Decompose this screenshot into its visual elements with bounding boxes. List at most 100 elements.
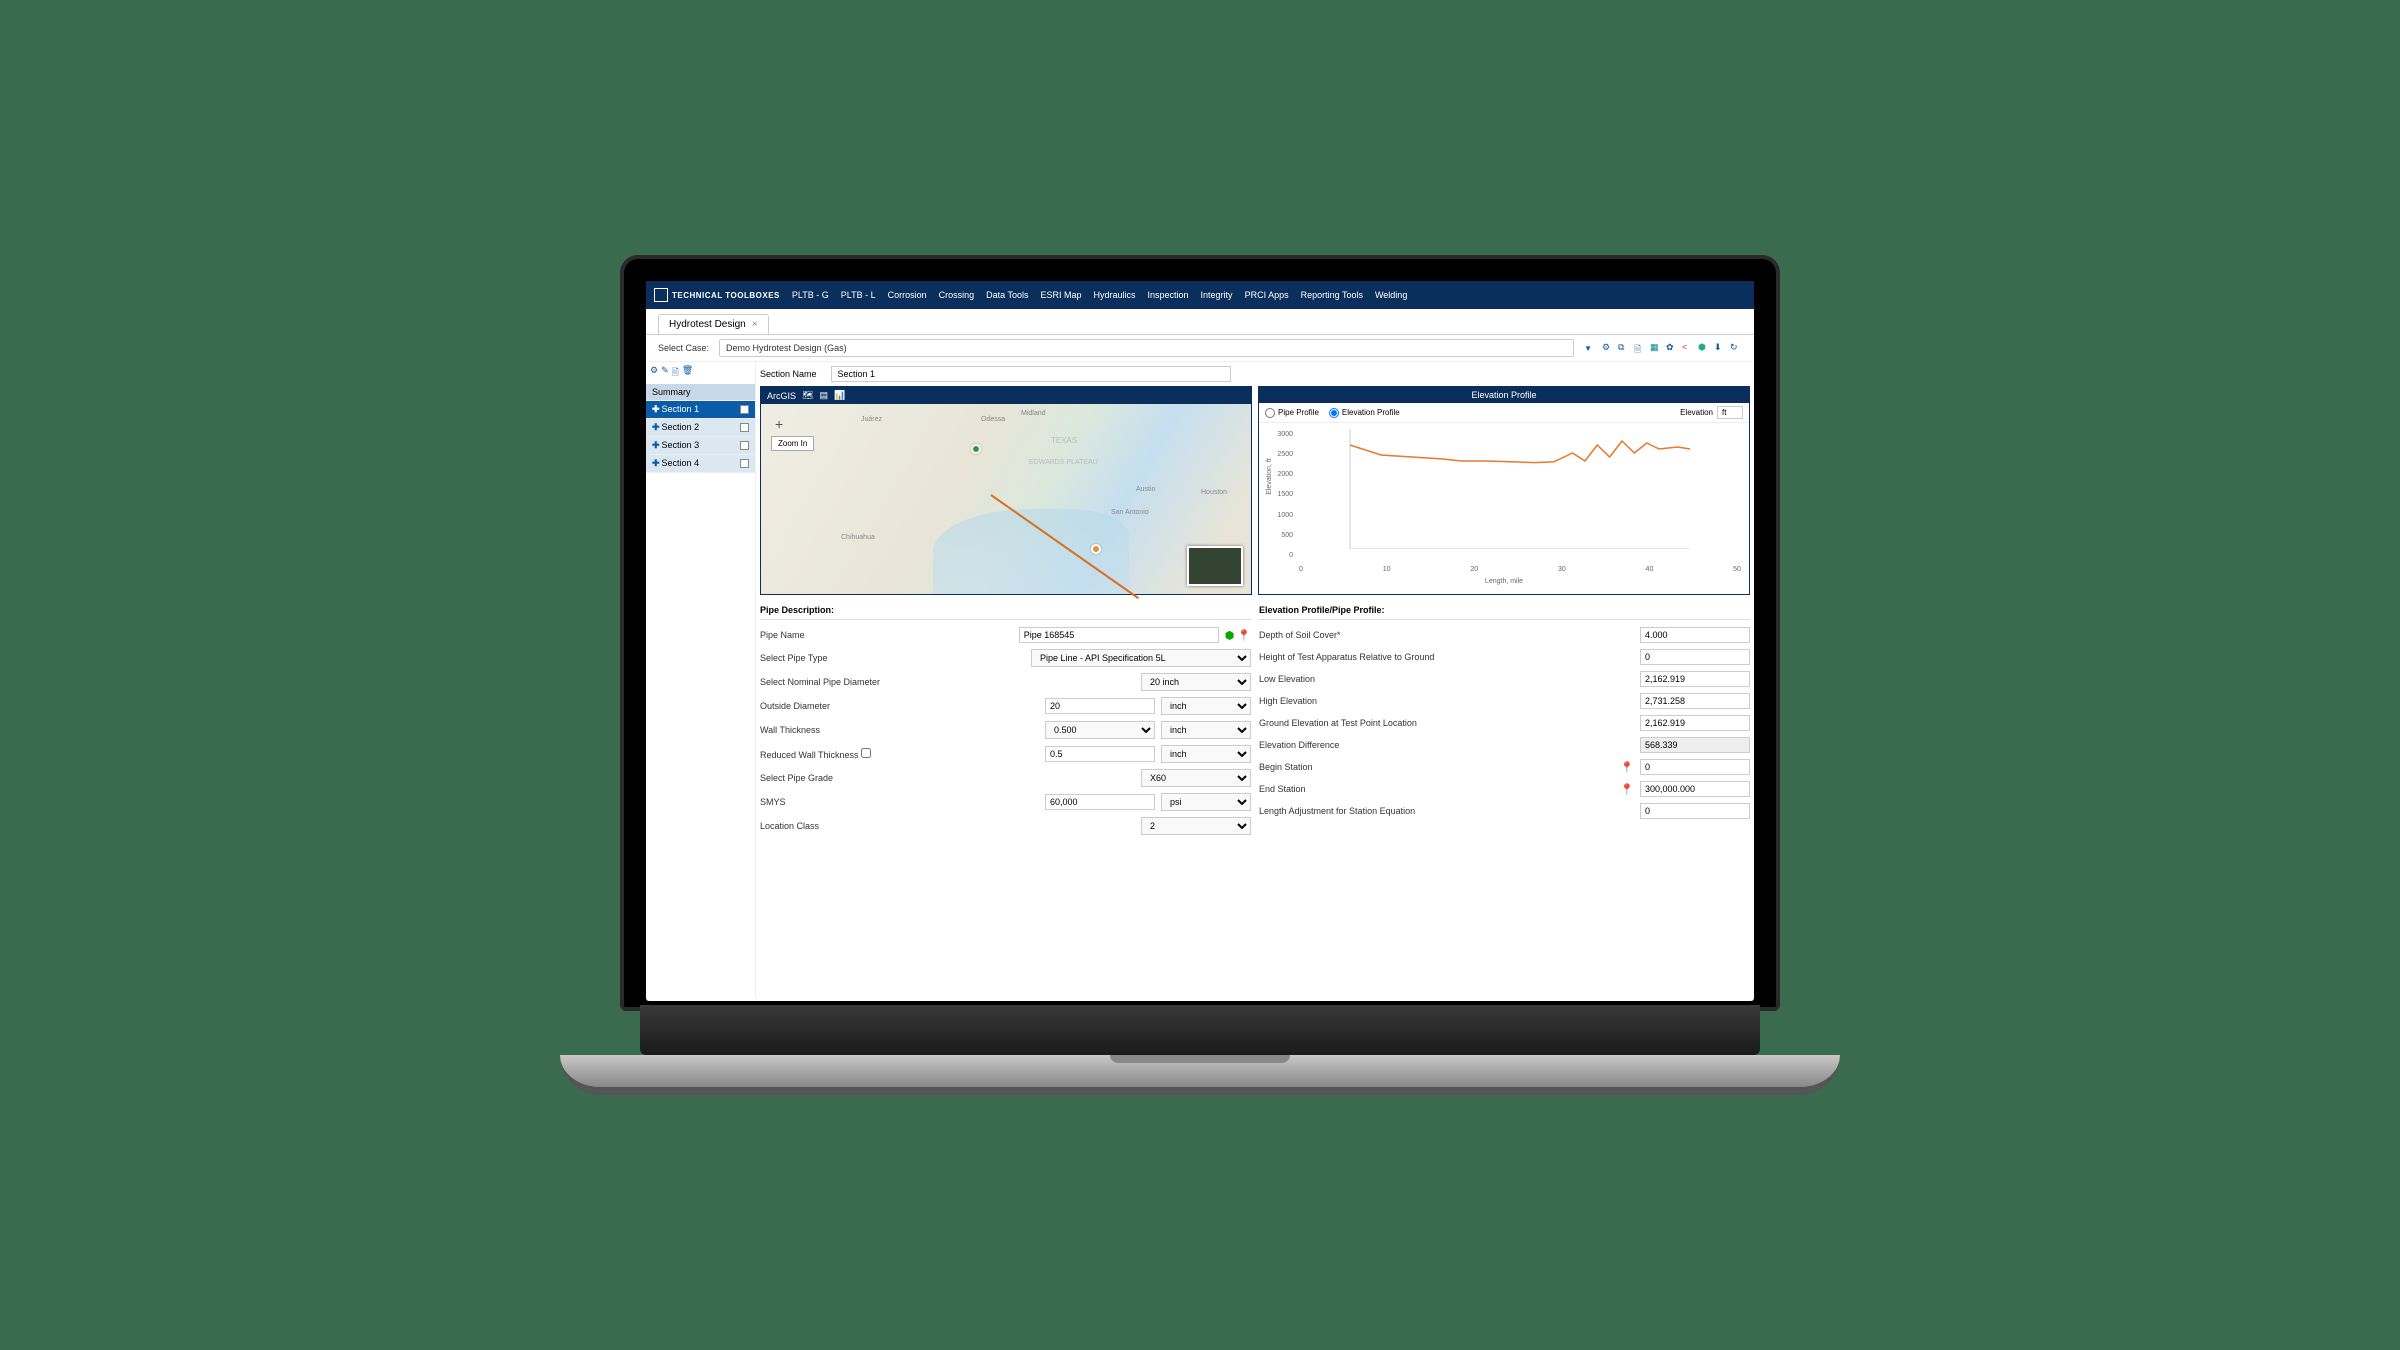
checkbox[interactable] [740,441,749,450]
gear-icon[interactable]: ⚙ [1602,342,1614,354]
elevation-unit-select[interactable] [1717,406,1743,419]
select-nom-dia[interactable]: 20 inch [1141,673,1251,691]
map-icon[interactable]: 🗺 [802,390,813,401]
select-grade[interactable]: X60 [1141,769,1251,787]
checkbox[interactable] [740,405,749,414]
input-begin[interactable] [1640,759,1750,775]
chart-y-ticks: 300025002000150010005000 [1263,431,1293,559]
unit-out-dia[interactable]: inch [1161,697,1251,715]
select-loc[interactable]: 2 [1141,817,1251,835]
elevation-profile-form: Elevation Profile/Pipe Profile: Depth of… [1259,601,1750,838]
nav-data-tools[interactable]: Data Tools [986,290,1028,300]
pipe-description-form: Pipe Description: Pipe Name⬢📍 Select Pip… [760,601,1251,838]
sidebar-section-2[interactable]: ✚Section 2 [646,419,755,437]
expand-icon[interactable]: ✚ [652,458,660,468]
tree-icon[interactable]: ⬢ [1698,342,1710,354]
share-icon[interactable]: < [1682,342,1694,354]
map-label: Odessa [981,416,1005,423]
nav-pltb-g[interactable]: PLTB - G [792,290,829,300]
label-apparatus: Height of Test Apparatus Relative to Gro… [1259,652,1634,662]
edit-icon[interactable]: ✎ [661,365,669,381]
satellite-thumbnail[interactable] [1187,546,1243,586]
input-out-dia[interactable] [1045,698,1155,714]
sidebar-section-4[interactable]: ✚Section 4 [646,455,755,473]
checkbox-rwall[interactable] [861,748,871,758]
nav-integrity[interactable]: Integrity [1201,290,1233,300]
label-ground: Ground Elevation at Test Point Location [1259,718,1634,728]
pin-icon[interactable]: 📍 [1620,783,1634,796]
tab-bar: Hydrotest Design × [646,309,1754,335]
page-icon[interactable]: 🗎 [672,365,679,381]
input-soil[interactable] [1640,627,1750,643]
input-diff [1640,737,1750,753]
expand-icon[interactable]: ✚ [652,404,660,414]
trash-icon[interactable]: 🗑 [682,365,693,381]
checkbox[interactable] [740,459,749,468]
main-content: Section Name ArcGIS 🗺 ▤ 📊 + Zoom In Juár… [756,362,1754,998]
dropdown-icon[interactable]: ▼ [1584,344,1592,353]
select-pipe-type[interactable]: Pipe Line - API Specification 5L [1031,649,1251,667]
unit-rwall[interactable]: inch [1161,745,1251,763]
expand-icon[interactable]: ✚ [652,422,660,432]
sidebar-toolbar: ⚙ ✎ 🗎 🗑 [646,362,755,384]
sidebar-section-1[interactable]: ✚Section 1 [646,401,755,419]
nav-pltb-l[interactable]: PLTB - L [841,290,876,300]
unit-wall[interactable]: inch [1161,721,1251,739]
chart-x-axis-label: Length, mile [1485,578,1523,585]
pin-icon[interactable]: 📍 [1620,761,1634,774]
layers-icon[interactable]: ▤ [819,390,828,401]
input-smys[interactable] [1045,794,1155,810]
close-icon[interactable]: × [752,319,758,330]
radio-label: Pipe Profile [1278,408,1319,417]
end-marker-icon[interactable] [1091,544,1101,554]
input-high[interactable] [1640,693,1750,709]
sidebar-item-label: Section 3 [662,440,700,450]
map-canvas[interactable]: + Zoom In Juárez Odessa Midland TEXAS ED… [761,404,1251,594]
grid-icon[interactable]: ▦ [1650,342,1662,354]
nav-hydraulics[interactable]: Hydraulics [1094,290,1136,300]
elevation-panel-body: Pipe Profile Elevation Profile Elevation… [1259,403,1749,593]
nav-prci[interactable]: PRCI Apps [1245,290,1289,300]
input-apparatus[interactable] [1640,649,1750,665]
nav-welding[interactable]: Welding [1375,290,1407,300]
input-pipe-name[interactable] [1019,627,1219,643]
input-ground[interactable] [1640,715,1750,731]
doc-icon[interactable]: 🗎 [1634,342,1646,354]
unit-smys[interactable]: psi [1161,793,1251,811]
start-marker-icon[interactable] [971,444,981,454]
settings-icon[interactable]: ✿ [1666,342,1678,354]
select-wall[interactable]: 0.500 [1045,721,1155,739]
tree-icon[interactable]: ⬢ [1225,629,1235,642]
zoom-in-button[interactable]: Zoom In [771,436,814,451]
input-end[interactable] [1640,781,1750,797]
nav-inspection[interactable]: Inspection [1148,290,1189,300]
nav-crossing[interactable]: Crossing [939,290,975,300]
nav-reporting[interactable]: Reporting Tools [1301,290,1363,300]
case-row: Select Case: Demo Hydrotest Design (Gas)… [646,335,1754,362]
checkbox[interactable] [740,423,749,432]
radio-pipe-profile[interactable]: Pipe Profile [1265,408,1319,418]
expand-icon[interactable]: ✚ [652,440,660,450]
chart-icon[interactable]: 📊 [834,390,845,401]
top-nav: TECHNICAL TOOLBOXES PLTB - G PLTB - L Co… [646,281,1754,309]
refresh-icon[interactable]: ↻ [1730,342,1742,354]
crosshair-icon[interactable]: + [775,416,783,432]
case-select[interactable]: Demo Hydrotest Design (Gas) [719,339,1574,357]
nav-corrosion[interactable]: Corrosion [888,290,927,300]
sidebar-summary[interactable]: Summary [646,384,755,401]
elevation-chart: Elevation, ft 300025002000150010005000 0… [1259,423,1749,583]
tab-hydrotest[interactable]: Hydrotest Design × [658,314,769,334]
input-low[interactable] [1640,671,1750,687]
pin-icon[interactable]: 📍 [1237,629,1251,642]
gear-icon[interactable]: ⚙ [650,365,658,381]
download-icon[interactable]: ⬇ [1714,342,1726,354]
label-diff: Elevation Difference [1259,740,1634,750]
chart-svg [1299,429,1741,549]
sidebar-section-3[interactable]: ✚Section 3 [646,437,755,455]
radio-elevation-profile[interactable]: Elevation Profile [1329,408,1400,418]
input-adj[interactable] [1640,803,1750,819]
copy-icon[interactable]: ⧉ [1618,342,1630,354]
nav-esri-map[interactable]: ESRI Map [1040,290,1081,300]
section-name-input[interactable] [831,366,1231,382]
input-rwall[interactable] [1045,746,1155,762]
